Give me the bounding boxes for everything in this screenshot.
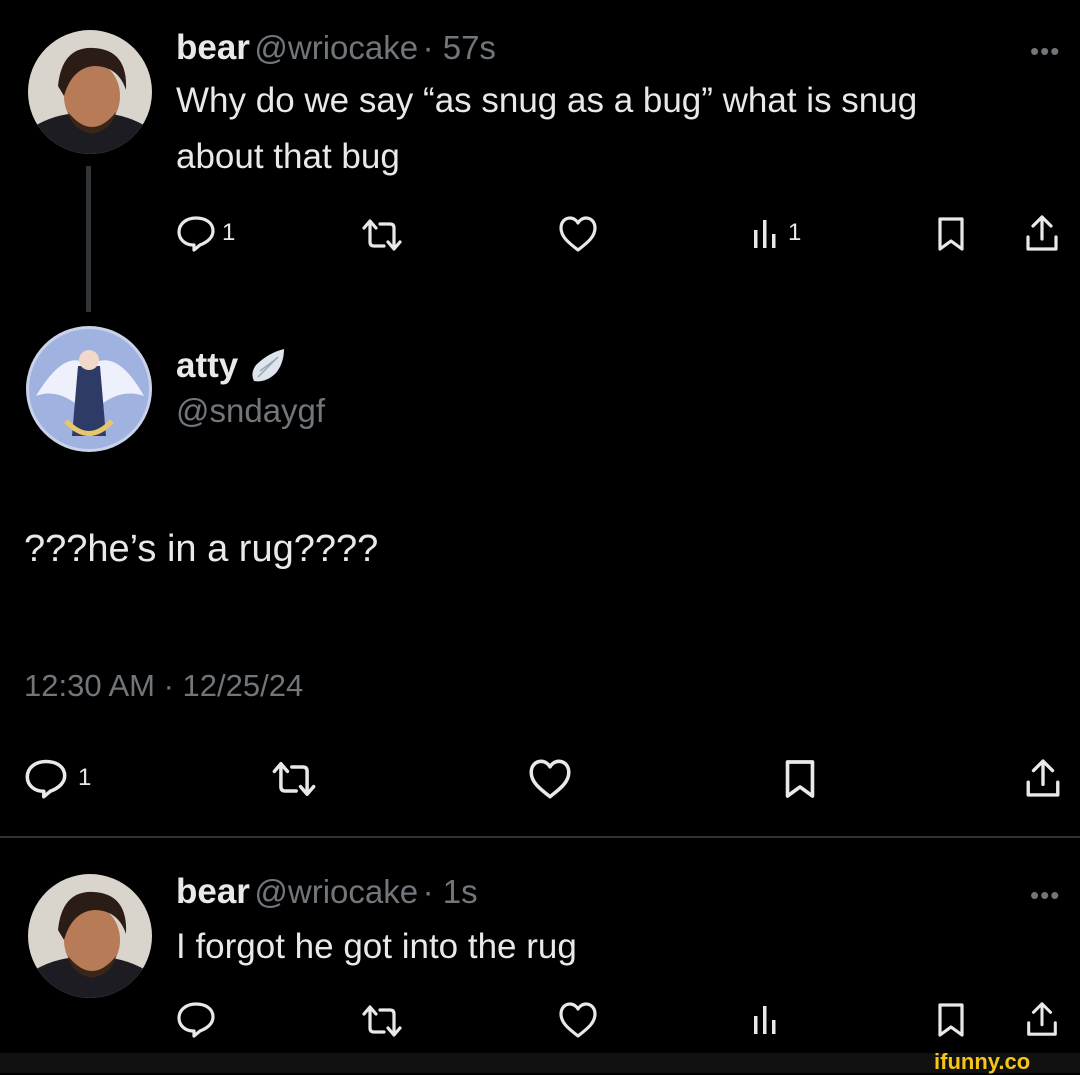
tweet-text-line: about that bug [176,137,400,176]
retweet-icon [362,1005,402,1037]
display-name[interactable]: bear [176,872,250,911]
views-icon [754,220,776,248]
share-button[interactable] [1024,1000,1060,1038]
like-button[interactable] [526,758,574,800]
bookmark-button[interactable] [936,1002,966,1038]
like-button[interactable] [557,1001,599,1039]
avatar[interactable] [26,326,152,452]
bookmark-button[interactable] [783,758,817,800]
watermark-bar [0,1053,1080,1073]
more-options-icon[interactable]: ••• [1030,880,1060,911]
tweet-text: Why do we say “as snug as a bug” what is… [176,78,917,180]
like-button[interactable] [557,215,599,253]
share-icon [1027,1002,1057,1036]
tweet-text-line: Why do we say “as snug as a bug” what is… [176,81,918,120]
reply-icon [177,1002,215,1038]
views-button[interactable] [752,1002,780,1036]
avatar[interactable] [28,874,152,998]
username[interactable]: @wriocake [254,29,418,66]
bookmark-button[interactable] [936,216,966,252]
retweet-button[interactable] [270,760,318,798]
like-icon [529,759,571,799]
post-time[interactable]: · 57s [423,29,496,66]
views-button[interactable]: 1 [752,216,801,250]
share-button[interactable] [1024,756,1062,800]
share-icon [1026,759,1060,797]
share-button[interactable] [1024,213,1060,253]
views-count: 1 [788,219,802,246]
tweet-header: bear @wriocake · 57s [176,28,496,68]
bookmark-icon [938,217,964,251]
reply-icon [25,759,67,799]
views-icon [754,1006,776,1034]
share-icon [1026,215,1058,251]
like-icon [559,216,597,252]
reply-icon [177,216,215,252]
reply-button[interactable]: 1 [24,757,91,799]
divider [0,836,1080,838]
bookmark-icon [938,1003,964,1037]
author-info: atty @sndaygf [176,346,325,430]
retweet-button[interactable] [360,218,404,252]
retweet-button[interactable] [360,1004,404,1038]
tweet-text: I forgot he got into the rug [176,927,577,966]
bookmark-icon [785,760,815,798]
tweet-timestamp[interactable]: 12:30 AM · 12/25/24 [24,668,303,704]
display-name[interactable]: atty [176,346,238,386]
username[interactable]: @wriocake [254,873,418,910]
thread-line [86,166,91,312]
retweet-icon [362,219,402,251]
watermark: ifunny.co [934,1049,1031,1074]
tweet-text: ???he’s in a rug???? [24,528,379,570]
reply-count: 1 [78,764,92,791]
retweet-icon [272,761,316,797]
tweet-header: bear @wriocake · 1s [176,872,478,912]
reply-button[interactable]: 1 [176,214,235,252]
more-options-icon[interactable]: ••• [1030,36,1060,67]
reply-count: 1 [222,219,236,246]
angel-wing-icon [252,349,285,382]
username[interactable]: @sndaygf [176,392,325,430]
post-time[interactable]: · 1s [423,873,478,910]
display-name[interactable]: bear [176,28,250,67]
reply-button[interactable] [176,1000,216,1038]
like-icon [559,1002,597,1038]
avatar[interactable] [28,30,152,154]
